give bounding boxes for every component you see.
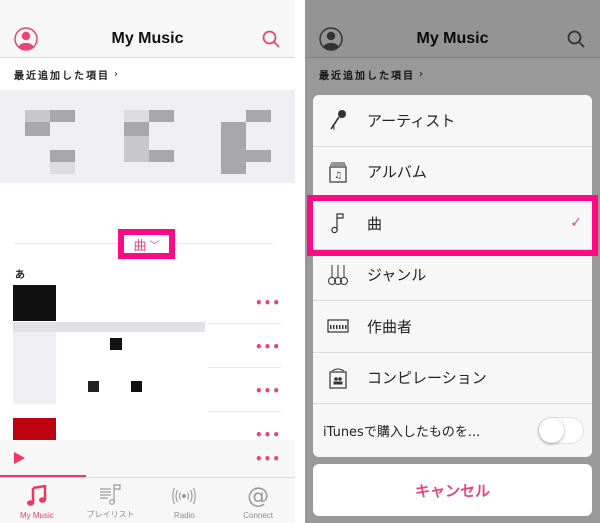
genre-icon <box>327 264 349 286</box>
status-bar <box>0 0 295 20</box>
playlist-icon <box>98 481 124 507</box>
sort-option-label: アルバム <box>367 163 427 182</box>
playback-progress-bar <box>0 475 86 477</box>
sort-option-label: コンピレーション <box>367 369 487 388</box>
sort-option-label: アーティスト <box>367 111 456 130</box>
chevron-down-icon: ﹀ <box>149 240 160 252</box>
tab-label: Radio <box>173 511 195 520</box>
song-list: ••• ••• ••• ••• <box>0 280 295 456</box>
at-icon: @ <box>247 483 270 509</box>
music-note-icon <box>24 483 50 509</box>
compilation-icon <box>327 367 349 389</box>
tab-label: プレイリスト <box>86 510 135 519</box>
sort-option-artist[interactable]: アーティスト <box>313 95 592 147</box>
chevron-right-icon: › <box>114 68 120 80</box>
switch-knob <box>539 418 564 443</box>
profile-icon[interactable] <box>14 27 38 51</box>
sort-option-album[interactable]: ♫ アルバム <box>313 147 592 198</box>
nav-bar: My Music <box>0 20 295 58</box>
sort-by-label: 曲 <box>133 238 147 254</box>
itunes-purchased-toggle-row: iTunesで購入したものを... <box>313 404 592 456</box>
more-options-button[interactable]: ••• <box>255 384 281 398</box>
itunes-purchased-switch[interactable] <box>538 417 584 444</box>
sort-menu-screen: My Music 最近追加した項目 › アーティスト ♫ アルバム 曲 ✓ ジャ… <box>305 0 600 523</box>
tab-my-music[interactable]: My Music <box>0 478 74 523</box>
sort-option-composer[interactable]: 作曲者 <box>313 301 592 353</box>
song-row[interactable]: ••• <box>0 324 295 368</box>
piano-icon <box>327 315 349 337</box>
recently-added-label: 最近追加した項目 <box>14 70 110 82</box>
my-music-screen: My Music 最近追加した項目 › 曲 ﹀ あ ••• ••• ••• ••… <box>0 0 295 523</box>
recently-added-link[interactable]: 最近追加した項目 › <box>0 58 295 90</box>
section-index-header: あ <box>15 270 25 281</box>
song-row[interactable]: ••• <box>0 280 295 332</box>
more-options-button[interactable]: ••• <box>255 296 281 310</box>
play-icon[interactable] <box>14 452 25 464</box>
album-icon: ♫ <box>327 161 349 183</box>
sort-by-button[interactable]: 曲 ﹀ <box>118 229 175 259</box>
tab-connect[interactable]: @ Connect <box>221 478 295 523</box>
more-options-button[interactable]: ••• <box>255 340 281 354</box>
search-icon[interactable] <box>261 29 281 49</box>
highlight-annotation <box>307 195 598 256</box>
tab-label: My Music <box>19 511 54 520</box>
toggle-label: iTunesで購入したものを... <box>323 424 481 440</box>
tab-playlists[interactable]: プレイリスト <box>74 478 148 523</box>
sort-row: 曲 ﹀ <box>0 183 295 268</box>
sort-action-sheet: アーティスト ♫ アルバム 曲 ✓ ジャンル 作曲者 コンピレーション iTun… <box>313 95 592 457</box>
microphone-icon <box>327 109 349 131</box>
sort-option-compilation[interactable]: コンピレーション <box>313 353 592 404</box>
sort-option-label: ジャンル <box>367 266 427 285</box>
more-options-button[interactable]: ••• <box>255 452 281 466</box>
recent-albums-grid[interactable] <box>0 90 295 183</box>
divider <box>295 0 305 523</box>
sort-option-genre[interactable]: ジャンル <box>313 250 592 301</box>
svg-text:♫: ♫ <box>334 171 342 181</box>
tab-radio[interactable]: Radio <box>148 478 222 523</box>
cancel-button[interactable]: キャンセル <box>313 464 592 516</box>
page-title: My Music <box>111 29 184 47</box>
tab-bar: My Music プレイリスト Radio @ Connect <box>0 478 295 523</box>
song-row[interactable]: ••• <box>0 368 295 412</box>
sort-option-label: 作曲者 <box>367 317 413 336</box>
tab-label: Connect <box>243 511 274 520</box>
radio-icon <box>171 483 197 509</box>
mini-player[interactable]: ••• <box>0 440 295 478</box>
